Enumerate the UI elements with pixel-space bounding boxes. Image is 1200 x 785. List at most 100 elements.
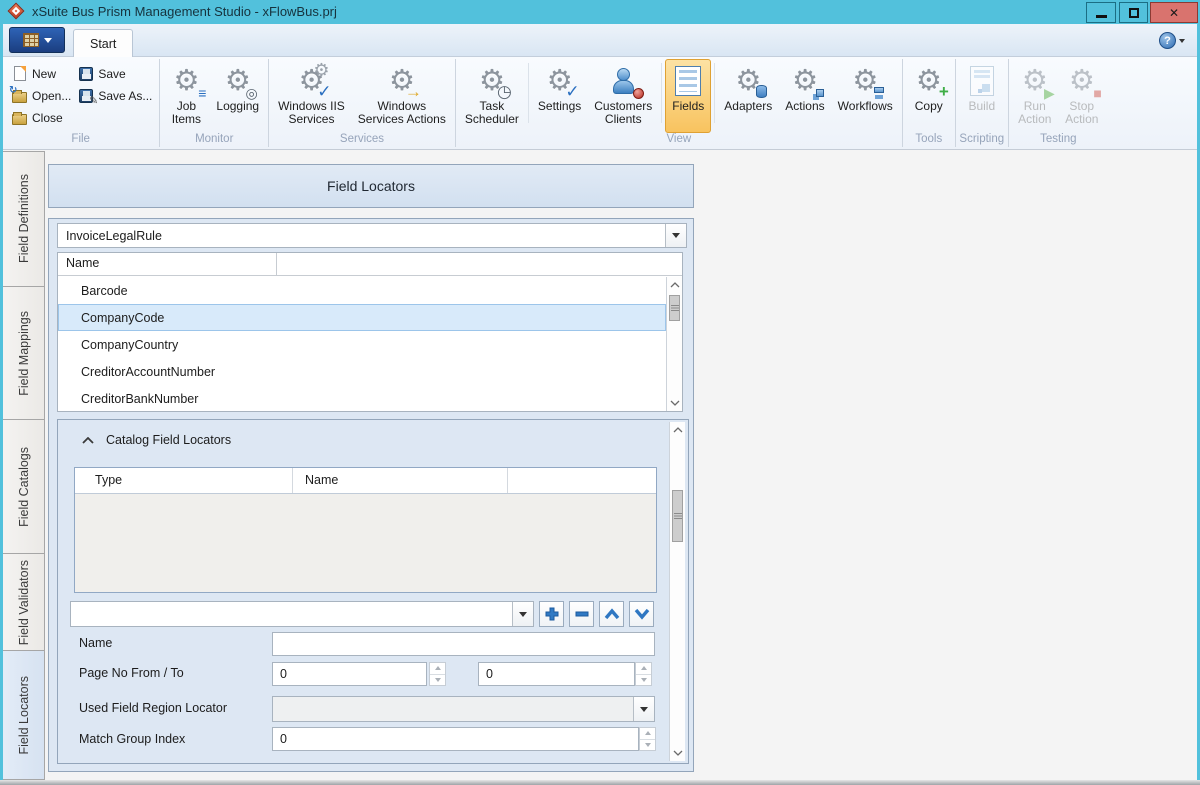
page-no-to-stepper[interactable]: [635, 662, 652, 686]
list-item[interactable]: Barcode: [58, 277, 666, 304]
ribbon-button-save[interactable]: Save: [77, 65, 152, 82]
sidebar-item-field-validators[interactable]: Field Validators: [3, 553, 45, 652]
scrollbar-thumb[interactable]: [672, 490, 683, 542]
title-bar: xSuite Bus Prism Management Studio - xFl…: [0, 0, 1200, 24]
add-button[interactable]: [539, 601, 564, 627]
ribbon-button-settings[interactable]: ⚙✓Settings: [532, 59, 587, 133]
column-header-type[interactable]: Type: [75, 468, 293, 493]
scrollbar-thumb[interactable]: [669, 295, 680, 321]
scroll-up-icon[interactable]: [667, 277, 682, 293]
page-no-label: Page No From / To: [79, 666, 184, 680]
move-down-button[interactable]: [629, 601, 654, 627]
ribbon-button-label: Save As...: [98, 89, 152, 103]
spin-down-icon[interactable]: [636, 674, 651, 686]
rule-selector-value: InvoiceLegalRule: [58, 229, 665, 243]
ribbon-group-label: Scripting: [959, 133, 1005, 149]
catalog-scrollbar[interactable]: [669, 422, 685, 761]
ribbon-button-actions[interactable]: ⚙Actions: [779, 59, 830, 133]
page-no-to-field[interactable]: [478, 662, 635, 686]
list-item-label: CreditorBankNumber: [81, 392, 198, 406]
list-item[interactable]: CreditorBankNumber: [58, 385, 666, 411]
catalog-combobox[interactable]: [70, 601, 534, 627]
application-menu-button[interactable]: [9, 27, 65, 53]
column-header-name[interactable]: Name: [293, 468, 508, 493]
ribbon-button-label: JobItems: [172, 100, 201, 126]
chevron-down-icon: [519, 612, 527, 617]
sidebar-item-label: Field Catalogs: [17, 447, 31, 527]
spin-down-icon[interactable]: [430, 674, 445, 686]
ribbon-button-job-items[interactable]: ⚙≡JobItems: [163, 59, 209, 133]
remove-button[interactable]: [569, 601, 594, 627]
app-logo-icon: [8, 3, 25, 20]
gear-list-icon: ⚙≡: [169, 64, 203, 98]
column-header-name[interactable]: Name: [58, 253, 277, 275]
ribbon-group-label: Tools: [906, 133, 952, 149]
folder-open-icon: ↻: [11, 87, 28, 104]
sidebar-item-field-mappings[interactable]: Field Mappings: [3, 286, 45, 421]
ribbon-button-new[interactable]: New: [11, 65, 71, 82]
region-locator-dropdown-button[interactable]: [633, 697, 654, 721]
ribbon-button-label: TaskScheduler: [465, 100, 519, 126]
list-item[interactable]: CreditorAccountNumber: [58, 358, 666, 385]
minimize-button[interactable]: [1086, 2, 1116, 23]
ribbon-button-open[interactable]: ↻Open...: [11, 87, 71, 104]
list-item[interactable]: CompanyCode: [58, 304, 666, 331]
sidebar-item-field-locators[interactable]: Field Locators: [3, 650, 45, 780]
sidebar-tabs: Field DefinitionsField Mappings Field Cat…: [3, 152, 45, 780]
gear-box-icon: ⚙: [788, 64, 822, 98]
region-locator-label: Used Field Region Locator: [79, 701, 227, 715]
chevron-up-icon: [604, 608, 620, 620]
match-group-field[interactable]: [272, 727, 639, 751]
column-header-blank[interactable]: [508, 468, 656, 493]
minus-icon: [574, 606, 590, 622]
close-button[interactable]: ✕: [1150, 2, 1198, 23]
column-header-blank[interactable]: [277, 253, 682, 275]
tab-start[interactable]: Start: [73, 29, 133, 57]
ribbon-button-label: Fields: [672, 100, 704, 113]
spin-up-icon[interactable]: [636, 663, 651, 674]
move-up-button[interactable]: [599, 601, 624, 627]
page-no-from-stepper[interactable]: [429, 662, 446, 686]
spin-up-icon[interactable]: [640, 728, 655, 739]
ribbon-button-logging[interactable]: ⚙◎Logging: [210, 59, 265, 133]
rule-selector-combobox[interactable]: InvoiceLegalRule: [57, 223, 687, 248]
rule-selector-dropdown-button[interactable]: [665, 224, 686, 247]
region-locator-combobox[interactable]: [272, 696, 655, 722]
ribbon-group-label: Monitor: [163, 133, 265, 149]
ribbon-button-windows-iis-services[interactable]: ⚙⚙✓Windows IISServices: [272, 59, 351, 133]
close-icon: ✕: [1169, 6, 1179, 20]
match-group-stepper[interactable]: [639, 727, 656, 751]
name-field[interactable]: [272, 632, 655, 656]
ribbon-group-separator: [455, 59, 456, 147]
scroll-up-icon[interactable]: [670, 422, 685, 438]
spin-up-icon[interactable]: [430, 663, 445, 674]
sidebar-item-field-definitions[interactable]: Field Definitions: [3, 151, 45, 287]
gear-clock-icon: ⚙◷: [475, 64, 509, 98]
ribbon-group-scripting: BuildScripting: [957, 57, 1007, 149]
page-no-from-field[interactable]: [272, 662, 427, 686]
ribbon-group-services: ⚙⚙✓Windows IISServices⚙→WindowsServices …: [270, 57, 454, 149]
maximize-button[interactable]: [1119, 2, 1148, 23]
list-item[interactable]: CompanyCountry: [58, 331, 666, 358]
sidebar-item-field-catalogs[interactable]: Field Catalogs: [3, 419, 45, 554]
page-title: Field Locators: [48, 164, 694, 208]
ribbon-button-fields[interactable]: Fields: [665, 59, 711, 133]
spin-down-icon[interactable]: [640, 739, 655, 751]
plus-icon: [544, 606, 560, 622]
ribbon-button-customers-clients[interactable]: CustomersClients: [588, 59, 658, 133]
ribbon-button-copy[interactable]: ⚙+Copy: [906, 59, 952, 133]
ribbon-button-workflows[interactable]: ⚙Workflows: [832, 59, 899, 133]
scroll-down-icon[interactable]: [667, 395, 682, 411]
ribbon-button-save-as[interactable]: ✎Save As...: [77, 87, 152, 104]
ribbon-group-separator: [268, 59, 269, 147]
ribbon-button-task-scheduler[interactable]: ⚙◷TaskScheduler: [459, 59, 525, 133]
ribbon-button-windows-services-actions[interactable]: ⚙→WindowsServices Actions: [352, 59, 452, 133]
catalog-combobox-dropdown-button[interactable]: [512, 602, 533, 626]
catalog-section-header[interactable]: Catalog Field Locators: [82, 433, 231, 447]
ribbon-button-adapters[interactable]: ⚙Adapters: [718, 59, 778, 133]
help-button[interactable]: ?: [1159, 32, 1185, 49]
ribbon-button-close[interactable]: Close: [11, 109, 71, 126]
scroll-down-icon[interactable]: [670, 745, 685, 761]
list-item-label: CompanyCode: [81, 311, 164, 325]
list-scrollbar[interactable]: [666, 277, 682, 411]
